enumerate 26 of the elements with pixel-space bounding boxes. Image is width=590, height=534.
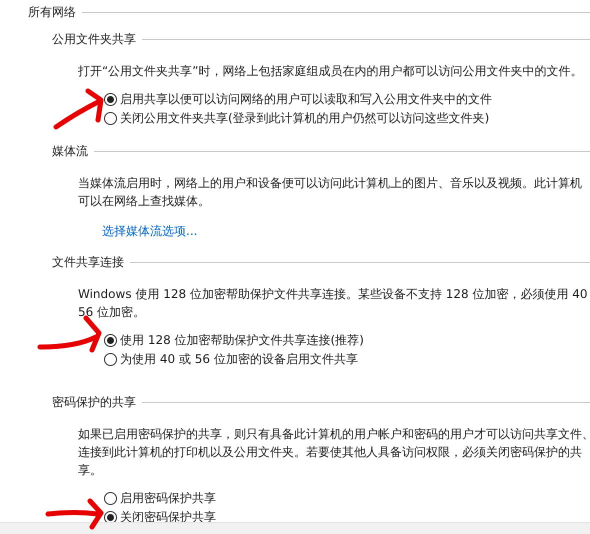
description-line: 打开“公用文件夹共享”时，网络上包括家庭组成员在内的用户都可以访问公用文件夹中的文件。 bbox=[78, 63, 582, 80]
section-title: 密码保护的共享 bbox=[52, 394, 136, 411]
option-label: 启用共享以便可以访问网络的用户可以读取和写入公用文件夹中的文件 bbox=[120, 91, 492, 108]
description-line: 连接到此计算机的打印机以及公用文件夹。若要使其他人具备访问权限，必须关闭密码保护的共 bbox=[78, 444, 582, 461]
option-label: 启用密码保护共享 bbox=[120, 490, 216, 507]
option-label: 关闭密码保护共享 bbox=[120, 509, 216, 526]
option-label: 关闭公用文件夹共享(登录到此计算机的用户仍然可以访问这些文件夹) bbox=[120, 110, 490, 127]
group-title: 所有网络 bbox=[28, 4, 76, 21]
radio-button[interactable] bbox=[104, 352, 117, 366]
radio-button[interactable] bbox=[104, 510, 117, 524]
description-line: 当媒体流启用时，网络上的用户和设备便可以访问此计算机上的图片、音乐以及视频。此计算机 bbox=[78, 175, 582, 192]
description-line: Windows 使用 128 位加密帮助保护文件共享连接。某些设备不支持 128 位加密，必须使用 40 bbox=[78, 286, 588, 303]
section-title: 文件共享连接 bbox=[52, 254, 124, 271]
radio-button[interactable] bbox=[104, 92, 117, 106]
description-line: 56 位加密。 bbox=[78, 304, 146, 321]
media-options-link[interactable]: 选择媒体流选项... bbox=[102, 222, 198, 240]
description-line: 享。 bbox=[78, 462, 102, 479]
option-label: 为使用 40 或 56 位加密的设备启用文件共享 bbox=[120, 351, 358, 368]
option-label: 使用 128 位加密帮助保护文件共享连接(推荐) bbox=[120, 332, 364, 349]
radio-button[interactable] bbox=[104, 334, 117, 346]
radio-button[interactable] bbox=[104, 112, 117, 124]
section-title: 公用文件夹共享 bbox=[52, 31, 136, 48]
radio-button[interactable] bbox=[104, 492, 117, 504]
section-title: 媒体流 bbox=[52, 143, 88, 160]
description-line: 如果已启用密码保护的共享，则只有具备此计算机的用户帐户和密码的用户才可以访问共享文件、 bbox=[78, 426, 590, 443]
description-line: 可以在网络上查找媒体。 bbox=[78, 193, 210, 210]
